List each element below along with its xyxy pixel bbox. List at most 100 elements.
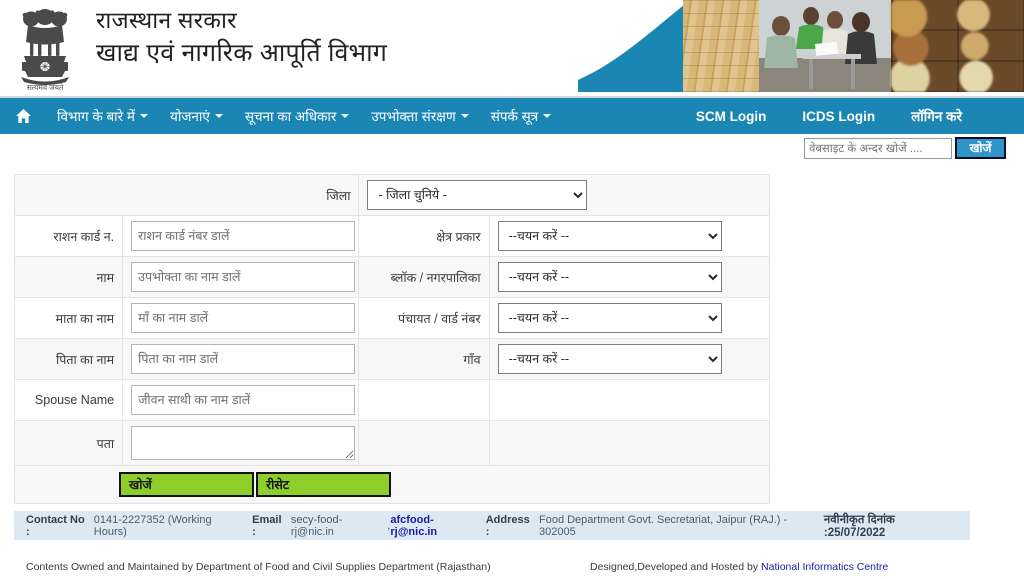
banner-grain-bins [891, 0, 1024, 92]
address-label: पता [13, 420, 124, 466]
block-municipality-cell: --चयन करें -- [488, 256, 771, 298]
nav-item-consumer-protection-label: उपभोक्ता संरक्षण [371, 109, 456, 124]
nav-item-rti-label: सूचना का अधिकार [244, 109, 337, 124]
village-cell: --चयन करें -- [488, 338, 771, 380]
chevron-down-icon [140, 114, 149, 118]
address-textarea[interactable] [131, 426, 356, 460]
banner-photo [683, 0, 1024, 92]
table-row: राशन कार्ड न. क्षेत्र प्रकार --चयन करें … [13, 215, 771, 257]
name-label: नाम [13, 256, 124, 298]
empty-cell-field [488, 379, 771, 421]
form-action-buttons: खोजें रीसेट [23, 472, 761, 497]
contact-label: Contact No : [26, 513, 85, 538]
panchayat-ward-label: पंचायत / वार्ड नंबर [358, 297, 490, 339]
scm-login-link[interactable]: SCM Login [678, 98, 785, 134]
nic-link[interactable]: National Informatics Centre [761, 561, 888, 573]
site-search-row: खोजें [0, 134, 1024, 162]
govt-title: राजस्थान सरकार [96, 7, 237, 33]
table-row: पता [13, 420, 771, 466]
village-select[interactable]: --चयन करें -- [497, 344, 722, 374]
nav-item-consumer-protection[interactable]: उपभोक्ता संरक्षण [360, 98, 479, 134]
site-search-button[interactable]: खोजें [955, 137, 1006, 159]
empty-cell-label-2 [358, 420, 490, 466]
table-row-district: जिला - जिला चुनिये - [13, 174, 770, 216]
form-actions-row: खोजें रीसेट [14, 465, 770, 504]
banner-distribution-people [759, 0, 891, 92]
father-name-label: पिता का नाम [13, 338, 124, 380]
contact-value: 0141-2227352 (Working Hours) [93, 513, 212, 538]
footer-credits: Contents Owned and Maintained by Departm… [0, 561, 1024, 579]
chevron-down-icon [341, 114, 350, 118]
table-row: Spouse Name [13, 379, 771, 421]
department-title: खाद्य एवं नागरिक आपूर्ति विभाग [96, 39, 388, 67]
table-row: माता का नाम पंचायत / वार्ड नंबर --चयन कर… [13, 297, 771, 339]
chevron-down-icon [543, 114, 552, 118]
nav-right-group: SCM Login ICDS Login लॉगिन करे [678, 98, 980, 134]
search-form-table: जिला - जिला चुनिये - राशन कार्ड न. क्षेत… [13, 174, 771, 504]
nav-item-about[interactable]: विभाग के बारे में [46, 98, 159, 134]
email-label: Email : [252, 513, 282, 538]
login-link[interactable]: लॉगिन करे [893, 98, 980, 134]
email-plain: secy-food-rj@nic.in [290, 513, 343, 538]
father-name-input-cell [122, 338, 360, 380]
mother-name-label: माता का नाम [13, 297, 124, 339]
nav-item-schemes[interactable]: योजनाएं [159, 98, 234, 134]
india-state-emblem-icon: सत्यमेव जयते [14, 4, 76, 92]
home-icon[interactable] [0, 98, 46, 134]
address-label-footer: Address : [485, 513, 530, 538]
spouse-name-input-cell [122, 379, 360, 421]
address-input-cell [122, 420, 360, 466]
ration-card-search-form: जिला - जिला चुनिये - राशन कार्ड न. क्षेत… [0, 162, 1024, 504]
site-search-input[interactable] [804, 138, 952, 159]
name-input-cell [122, 256, 360, 298]
designed-by-group: Designed,Developed and Hosted by Nationa… [590, 561, 888, 573]
form-actions-cell: खोजें रीसेट [14, 465, 770, 504]
father-name-input[interactable] [131, 344, 356, 374]
village-label: गाँव [358, 338, 490, 380]
header-banner-image [578, 0, 1024, 92]
site-header: सत्यमेव जयते राजस्थान सरकार खाद्य एवं ना… [0, 0, 1024, 98]
area-type-label: क्षेत्र प्रकार [358, 215, 490, 257]
search-button[interactable]: खोजें [119, 472, 254, 497]
ration-card-input[interactable] [131, 221, 356, 251]
emblem-motto: सत्यमेव जयते [27, 83, 64, 92]
address-value: Food Department Govt. Secretariat, Jaipu… [538, 513, 788, 538]
header-title-group: राजस्थान सरकार खाद्य एवं नागरिक आपूर्ति … [96, 4, 387, 70]
mother-name-input[interactable] [131, 303, 356, 333]
nav-left-group: विभाग के बारे में योजनाएं सूचना का अधिका… [0, 98, 562, 134]
main-navigation: विभाग के बारे में योजनाएं सूचना का अधिका… [0, 98, 1024, 134]
chevron-down-icon [460, 114, 469, 118]
table-row: नाम ब्लॉक / नगरपालिका --चयन करें -- [13, 256, 771, 298]
panchayat-ward-cell: --चयन करें -- [488, 297, 771, 339]
nav-item-contact[interactable]: संपर्क सूत्र [480, 98, 563, 134]
nav-item-rti[interactable]: सूचना का अधिकार [234, 98, 361, 134]
spouse-name-input[interactable] [131, 385, 356, 415]
district-label: जिला [13, 174, 360, 216]
ration-card-label: राशन कार्ड न. [13, 215, 124, 257]
table-row: पिता का नाम गाँव --चयन करें -- [13, 338, 771, 380]
nav-item-contact-label: संपर्क सूत्र [490, 109, 539, 124]
nav-item-schemes-label: योजनाएं [170, 109, 210, 124]
chevron-down-icon [214, 114, 223, 118]
email-link[interactable]: afcfood-rj@nic.in [390, 514, 479, 538]
block-municipality-label: ब्लॉक / नगरपालिका [358, 256, 490, 298]
area-type-select[interactable]: --चयन करें -- [497, 221, 722, 251]
panchayat-ward-select[interactable]: --चयन करें -- [497, 303, 722, 333]
empty-cell-label [358, 379, 490, 421]
banner-grain-sacks [683, 0, 759, 92]
content-owner-text: Contents Owned and Maintained by Departm… [26, 561, 491, 573]
mother-name-input-cell [122, 297, 360, 339]
last-updated-text: नवीनीकृत दिनांक :25/07/2022 [823, 514, 895, 539]
district-cell: - जिला चुनिये - [358, 174, 770, 216]
reset-button[interactable]: रीसेट [256, 472, 391, 497]
footer-contact-bar: Contact No : 0141-2227352 (Working Hours… [14, 511, 970, 540]
ration-card-input-cell [122, 215, 360, 257]
name-input[interactable] [131, 262, 356, 292]
empty-cell-field-2 [488, 420, 771, 466]
icds-login-link[interactable]: ICDS Login [784, 98, 893, 134]
nav-item-about-label: विभाग के बारे में [57, 109, 136, 124]
area-type-cell: --चयन करें -- [488, 215, 771, 257]
district-select[interactable]: - जिला चुनिये - [367, 180, 588, 210]
designed-by-text: Designed,Developed and Hosted by [590, 561, 759, 573]
block-municipality-select[interactable]: --चयन करें -- [497, 262, 722, 292]
